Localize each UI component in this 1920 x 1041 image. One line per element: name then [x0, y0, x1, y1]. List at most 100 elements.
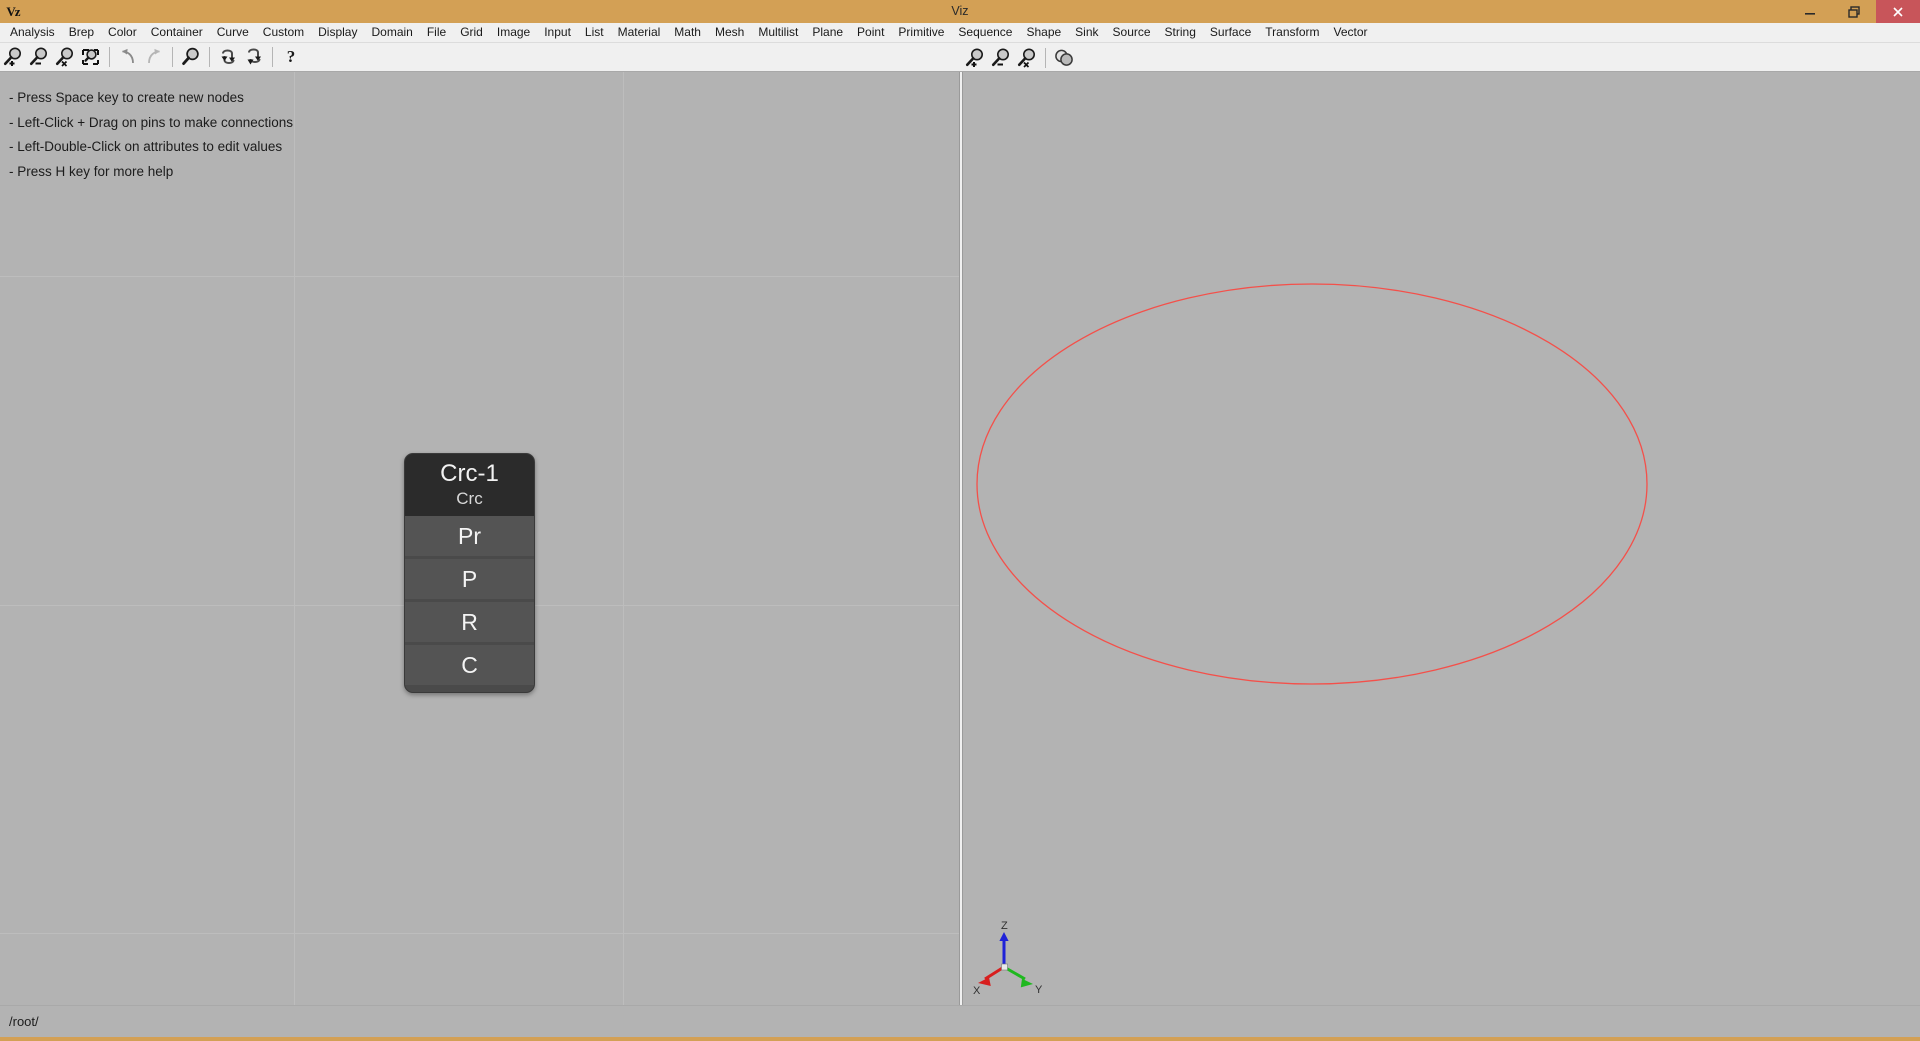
magnifier-x-icon	[54, 46, 76, 68]
menu-bar: Analysis Brep Color Container Curve Cust…	[0, 23, 1920, 43]
minimize-icon	[1803, 5, 1817, 19]
menu-item-input[interactable]: Input	[537, 23, 578, 42]
output-pin-pr[interactable]	[528, 522, 554, 550]
undo-button[interactable]	[115, 44, 141, 70]
main-area: - Press Space key to create new nodes - …	[0, 72, 1920, 1005]
input-pin-r[interactable]	[385, 608, 411, 636]
graph-zoom-fit-button[interactable]	[78, 44, 104, 70]
menu-item-shape[interactable]: Shape	[1019, 23, 1068, 42]
node-row-p[interactable]: P	[405, 559, 534, 599]
toolbar: ?	[0, 43, 1920, 72]
menu-item-list[interactable]: List	[578, 23, 611, 42]
menu-item-image[interactable]: Image	[490, 23, 537, 42]
toolbar-separator	[1045, 48, 1046, 68]
restore-icon	[1847, 5, 1861, 19]
node-header[interactable]: Crc-1 Crc	[405, 454, 534, 516]
menu-item-multilist[interactable]: Multilist	[751, 23, 805, 42]
menu-item-string[interactable]: String	[1158, 23, 1203, 42]
node-crc-1[interactable]: Crc-1 Crc Pr P	[404, 453, 535, 693]
magnifier-minus-icon	[28, 46, 50, 68]
restore-button[interactable]	[1832, 0, 1876, 23]
menu-item-curve[interactable]: Curve	[210, 23, 256, 42]
menu-item-file[interactable]: File	[420, 23, 453, 42]
graph-zoom-reset-button[interactable]	[52, 44, 78, 70]
menu-item-display[interactable]: Display	[311, 23, 364, 42]
menu-item-color[interactable]: Color	[101, 23, 144, 42]
find-button[interactable]	[178, 44, 204, 70]
node-subtitle: Crc	[405, 488, 534, 509]
axis-label-y: Y	[1035, 984, 1043, 996]
output-pin-r[interactable]	[528, 608, 554, 636]
node-row-label: C	[461, 652, 478, 678]
axis-gizmo: Z X Y	[973, 919, 1053, 997]
menu-item-brep[interactable]: Brep	[62, 23, 101, 42]
status-path: /root/	[9, 1014, 39, 1029]
toolbar-right-group	[962, 43, 1077, 72]
menu-item-sink[interactable]: Sink	[1068, 23, 1105, 42]
menu-item-primitive[interactable]: Primitive	[891, 23, 951, 42]
view-zoom-reset-button[interactable]	[1014, 45, 1040, 71]
magnifier-x-icon	[1016, 47, 1038, 69]
view-zoom-in-button[interactable]	[962, 45, 988, 71]
menu-item-source[interactable]: Source	[1106, 23, 1158, 42]
menu-item-point[interactable]: Point	[850, 23, 891, 42]
help-line: - Left-Click + Drag on pins to make conn…	[9, 111, 293, 136]
toolbar-separator	[272, 47, 273, 67]
sync-down-button[interactable]	[241, 44, 267, 70]
viewport-3d[interactable]: Z X Y	[963, 72, 1920, 1005]
menu-item-material[interactable]: Material	[611, 23, 668, 42]
node-attribute-rows: Pr P R C	[405, 516, 534, 685]
input-pin-pr[interactable]	[385, 522, 411, 550]
menu-item-vector[interactable]: Vector	[1327, 23, 1375, 42]
menu-item-domain[interactable]: Domain	[364, 23, 419, 42]
magnifier-minus-icon	[990, 47, 1012, 69]
close-icon	[1891, 5, 1905, 19]
menu-item-plane[interactable]: Plane	[805, 23, 850, 42]
node-row-label: Pr	[458, 523, 481, 549]
magnifier-icon	[180, 46, 202, 68]
graph-help-text: - Press Space key to create new nodes - …	[9, 86, 293, 184]
help-button[interactable]: ?	[278, 44, 304, 70]
menu-item-analysis[interactable]: Analysis	[3, 23, 62, 42]
grid-line	[0, 276, 959, 277]
menu-item-surface[interactable]: Surface	[1203, 23, 1258, 42]
graph-zoom-out-button[interactable]	[26, 44, 52, 70]
grid-line	[294, 72, 295, 1005]
help-line: - Press H key for more help	[9, 160, 293, 185]
node-graph-canvas[interactable]: - Press Space key to create new nodes - …	[0, 72, 959, 1005]
app-logo-icon: Vz	[0, 0, 26, 23]
axis-label-z: Z	[1001, 920, 1008, 932]
node-row-pr[interactable]: Pr	[405, 516, 534, 556]
undo-arrow-icon	[117, 46, 139, 68]
redo-button[interactable]	[141, 44, 167, 70]
refresh-down-icon	[243, 46, 265, 68]
menu-item-grid[interactable]: Grid	[453, 23, 490, 42]
menu-item-container[interactable]: Container	[144, 23, 210, 42]
output-pin-p[interactable]	[528, 565, 554, 593]
menu-item-transform[interactable]: Transform	[1258, 23, 1326, 42]
node-row-r[interactable]: R	[405, 602, 534, 642]
menu-item-sequence[interactable]: Sequence	[951, 23, 1019, 42]
status-bar: /root/	[0, 1005, 1920, 1037]
help-line: - Press Space key to create new nodes	[9, 86, 293, 111]
title-bar: Vz Viz	[0, 0, 1920, 23]
minimize-button[interactable]	[1788, 0, 1832, 23]
application-window: Vz Viz Analysis Brep Col	[0, 0, 1920, 1041]
menu-item-math[interactable]: Math	[667, 23, 708, 42]
view-zoom-out-button[interactable]	[988, 45, 1014, 71]
grid-line	[623, 72, 624, 1005]
node-title: Crc-1	[405, 460, 534, 488]
input-pin-p[interactable]	[385, 565, 411, 593]
sync-up-button[interactable]	[215, 44, 241, 70]
node-row-c[interactable]: C	[405, 645, 534, 685]
window-bottom-edge	[0, 1037, 1920, 1041]
menu-item-custom[interactable]: Custom	[256, 23, 311, 42]
output-pin-c[interactable]	[528, 651, 554, 679]
circle-curve	[977, 284, 1647, 684]
menu-item-mesh[interactable]: Mesh	[708, 23, 751, 42]
graph-zoom-in-button[interactable]	[0, 44, 26, 70]
view-shade-button[interactable]	[1051, 45, 1077, 71]
magnifier-plus-icon	[964, 47, 986, 69]
close-button[interactable]	[1876, 0, 1920, 23]
refresh-up-icon	[217, 46, 239, 68]
